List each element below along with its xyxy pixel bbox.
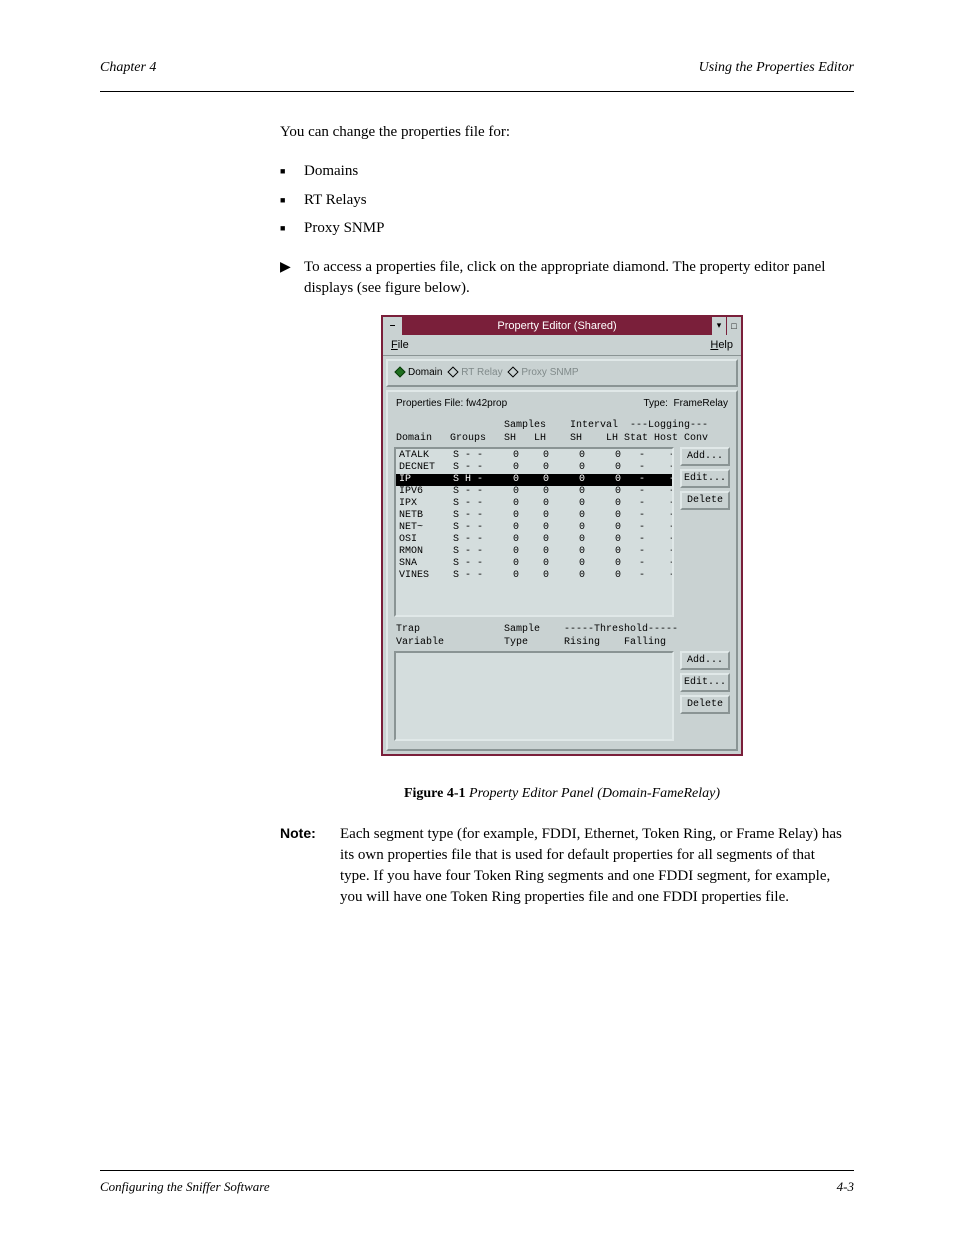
- trap-delete-button[interactable]: Delete: [680, 695, 730, 714]
- radio-group: Domain RT Relay Proxy SNMP: [386, 359, 738, 388]
- footer-page: 4-3: [837, 1179, 854, 1195]
- intro-text: You can change the properties file for:: [280, 122, 844, 143]
- menubar: File Help: [383, 335, 741, 356]
- table-row[interactable]: OSI S - - 0 0 0 0 - - -: [396, 534, 672, 546]
- bullet-icon: ■: [280, 157, 304, 180]
- note: Note: Each segment type (for example, FD…: [280, 824, 844, 908]
- page-footer: Configuring the Sniffer Software 4-3: [100, 1170, 854, 1195]
- radio-proxy-snmp[interactable]: Proxy SNMP: [509, 367, 578, 378]
- system-menu-icon[interactable]: –: [383, 317, 403, 335]
- diamond-icon: [508, 366, 519, 377]
- diamond-icon: [394, 366, 405, 377]
- list-item: ■ Proxy SNMP: [280, 214, 844, 243]
- table-row[interactable]: DECNET S - - 0 0 0 0 - - -: [396, 462, 672, 474]
- table-row[interactable]: NET~ S - - 0 0 0 0 - - -: [396, 522, 672, 534]
- list-item: ■ RT Relays: [280, 186, 844, 215]
- note-text: Each segment type (for example, FDDI, Et…: [340, 824, 844, 908]
- note-label: Note:: [280, 824, 340, 908]
- maximize-icon[interactable]: □: [726, 317, 741, 335]
- trap-edit-button[interactable]: Edit...: [680, 673, 730, 692]
- edit-button[interactable]: Edit...: [680, 469, 730, 488]
- minimize-icon[interactable]: ▾: [711, 317, 726, 335]
- table-row[interactable]: IPV6 S - - 0 0 0 0 - - -: [396, 486, 672, 498]
- header-section: Using the Properties Editor: [699, 60, 854, 76]
- menu-help[interactable]: Help: [710, 339, 733, 351]
- trap-listbox[interactable]: [394, 651, 674, 741]
- bullet-text: Proxy SNMP: [304, 214, 384, 243]
- table-row[interactable]: IP S H - 0 0 0 0 - - -: [396, 474, 672, 486]
- properties-file-label: Properties File: fw42prop: [396, 398, 507, 409]
- table-row[interactable]: ATALK S - - 0 0 0 0 - - -: [396, 450, 672, 462]
- bullet-icon: ■: [280, 186, 304, 209]
- type-label: Type: FrameRelay: [644, 398, 729, 409]
- trap-add-button[interactable]: Add...: [680, 651, 730, 670]
- bullet-text: Domains: [304, 157, 358, 186]
- table-row[interactable]: SNA S - - 0 0 0 0 - - -: [396, 558, 672, 570]
- instruction-text: To access a properties file, click on th…: [304, 257, 844, 299]
- radio-rt-relay[interactable]: RT Relay: [449, 367, 502, 378]
- footer-title: Configuring the Sniffer Software: [100, 1179, 270, 1195]
- delete-button[interactable]: Delete: [680, 491, 730, 510]
- radio-domain[interactable]: Domain: [396, 367, 442, 378]
- column-headers: Samples Interval ---Logging--- Domain Gr…: [394, 419, 730, 447]
- header-rule: [100, 91, 854, 92]
- bullet-icon: ■: [280, 214, 304, 237]
- diamond-icon: [448, 366, 459, 377]
- add-button[interactable]: Add...: [680, 447, 730, 466]
- header-chapter: Chapter 4: [100, 60, 156, 76]
- trap-headers: Trap Sample -----Threshold----- Variable…: [394, 617, 730, 651]
- menu-file[interactable]: File: [391, 339, 409, 351]
- list-item: ■ Domains: [280, 157, 844, 186]
- table-row[interactable]: VINES S - - 0 0 0 0 - - -: [396, 570, 672, 582]
- table-row[interactable]: RMON S - - 0 0 0 0 - - -: [396, 546, 672, 558]
- bullet-text: RT Relays: [304, 186, 367, 215]
- figure-caption: Figure 4-1 Property Editor Panel (Domain…: [280, 786, 844, 802]
- arrow-icon: ▶: [280, 257, 304, 276]
- table-row[interactable]: IPX S - - 0 0 0 0 - - -: [396, 498, 672, 510]
- property-editor-window: – Property Editor (Shared) ▾ □ File Help…: [381, 315, 743, 757]
- domain-listbox[interactable]: ATALK S - - 0 0 0 0 - - -DECNET S - - 0 …: [394, 447, 674, 617]
- bullet-list: ■ Domains ■ RT Relays ■ Proxy SNMP: [280, 157, 844, 243]
- main-panel: Properties File: fw42prop Type: FrameRel…: [386, 390, 738, 751]
- table-row[interactable]: NETB S - - 0 0 0 0 - - -: [396, 510, 672, 522]
- titlebar[interactable]: – Property Editor (Shared) ▾ □: [383, 317, 741, 335]
- window-title: Property Editor (Shared): [403, 320, 711, 332]
